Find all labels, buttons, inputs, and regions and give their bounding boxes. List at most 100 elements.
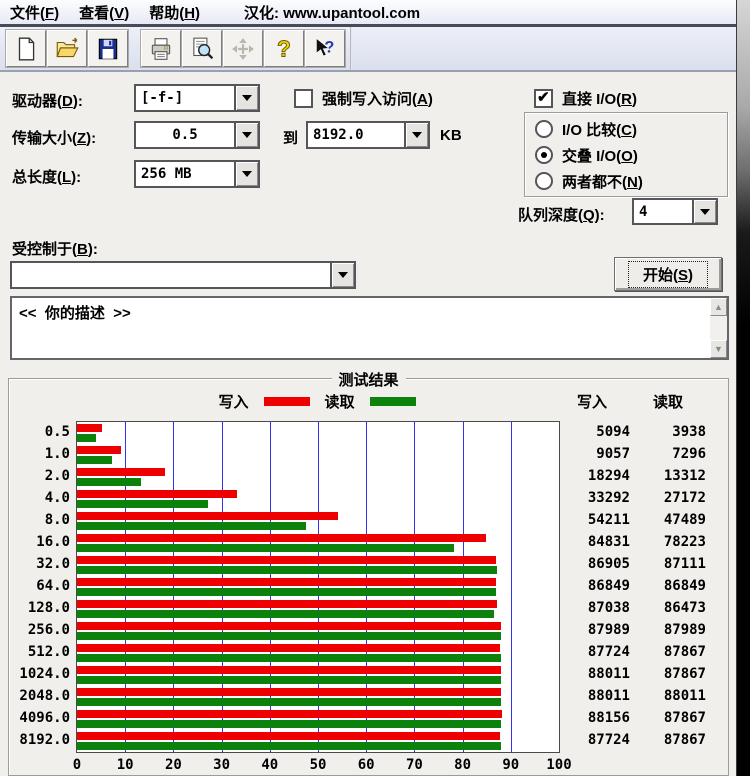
print-button[interactable] bbox=[140, 29, 182, 68]
print-preview-icon bbox=[193, 37, 214, 59]
write-bar bbox=[77, 578, 496, 586]
write-value: 87038 bbox=[587, 600, 630, 616]
transfer-from-value: 0.5 bbox=[172, 127, 198, 143]
x-axis-ticks: 0 10 20 30 40 50 60 70 80 90 100 bbox=[73, 757, 572, 775]
bar-row bbox=[77, 422, 559, 444]
print-preview-button[interactable] bbox=[181, 29, 223, 68]
read-value: 27172 bbox=[663, 490, 706, 506]
scroll-down-icon[interactable]: ▼ bbox=[710, 340, 727, 358]
x-tick-label: 60 bbox=[357, 757, 375, 773]
queue-depth-label: 队列深度(Q): bbox=[518, 207, 605, 224]
test-results-title: 测试结果 bbox=[331, 369, 406, 390]
transfer-size-label: 传输大小(Z): bbox=[12, 130, 97, 147]
context-help-button[interactable]: ? bbox=[304, 29, 346, 68]
force-write-checkbox[interactable]: 强制写入访问(A) bbox=[294, 88, 433, 109]
scroll-up-icon[interactable]: ▲ bbox=[710, 298, 727, 316]
transfer-from-dropdown-arrow[interactable] bbox=[234, 123, 258, 147]
read-bar bbox=[77, 544, 455, 552]
write-value: 18294 bbox=[587, 468, 630, 484]
radio-io-comparison[interactable]: I/O 比较(C) bbox=[535, 116, 727, 142]
write-value: 86905 bbox=[587, 556, 630, 572]
transfer-to-dropdown-arrow[interactable] bbox=[404, 123, 428, 147]
row-label: 8.0 bbox=[44, 512, 70, 528]
row-label: 2.0 bbox=[44, 468, 70, 484]
read-bar bbox=[77, 676, 501, 684]
read-bar bbox=[77, 610, 494, 618]
direct-io-checkbox[interactable]: 直接 I/O(R) bbox=[534, 88, 637, 109]
queue-depth-dropdown-arrow[interactable] bbox=[692, 200, 716, 223]
transfer-to-select[interactable]: 8192.0 bbox=[306, 121, 430, 149]
checkbox-icon[interactable] bbox=[294, 89, 313, 108]
chevron-down-icon bbox=[242, 171, 252, 177]
read-bar bbox=[77, 742, 501, 750]
bar-row bbox=[77, 642, 559, 664]
chevron-down-icon bbox=[338, 272, 348, 278]
description-text[interactable]: << 你的描述 >> bbox=[12, 298, 710, 358]
toolbar: ? ? bbox=[0, 27, 736, 72]
start-button[interactable]: 开始(S) bbox=[614, 257, 722, 291]
radio-neither[interactable]: 两者都不(N) bbox=[535, 168, 727, 194]
read-values-column: 3938 7296 13312 27172 47489 78223 87111 86849 86… bbox=[636, 421, 712, 751]
row-label: 8192.0 bbox=[19, 732, 70, 748]
x-tick-label: 20 bbox=[164, 757, 182, 773]
controlled-by-dropdown-arrow[interactable] bbox=[330, 263, 354, 287]
read-bar bbox=[77, 588, 496, 596]
drive-select[interactable]: [-f-] bbox=[134, 84, 260, 112]
test-results-groupbox: 测试结果 写入 读取 写入 读取 0.5 1.0 2.0 4.0 8.0 16.0 32.0… bbox=[8, 369, 729, 776]
write-bar bbox=[77, 666, 502, 674]
read-bar bbox=[77, 632, 502, 640]
read-value: 87867 bbox=[663, 732, 706, 748]
write-value: 86849 bbox=[587, 578, 630, 594]
new-file-button[interactable] bbox=[5, 29, 47, 68]
save-button[interactable] bbox=[87, 29, 129, 68]
controlled-by-select[interactable] bbox=[10, 261, 356, 289]
write-bar bbox=[77, 600, 497, 608]
benchmark-chart: 0.5 1.0 2.0 4.0 8.0 16.0 32.0 64.0 128.0 256.0 512… bbox=[9, 421, 712, 753]
write-bar bbox=[77, 644, 500, 652]
transfer-from-select[interactable]: 0.5 bbox=[134, 121, 260, 149]
bar-row bbox=[77, 686, 559, 708]
legend-read-label: 读取 bbox=[324, 394, 355, 411]
read-value: 78223 bbox=[663, 534, 706, 550]
write-bar bbox=[77, 534, 486, 542]
open-file-button[interactable] bbox=[46, 29, 88, 68]
radio-icon[interactable] bbox=[535, 146, 553, 164]
menu-help[interactable]: 帮助(H) bbox=[139, 0, 210, 25]
row-label: 64.0 bbox=[36, 578, 70, 594]
controlled-by-value bbox=[12, 263, 330, 287]
checkbox-icon[interactable] bbox=[534, 88, 553, 108]
write-bar bbox=[77, 490, 238, 498]
read-value: 3938 bbox=[672, 424, 706, 440]
radio-icon[interactable] bbox=[535, 120, 553, 138]
write-bar bbox=[77, 732, 500, 740]
menu-view[interactable]: 查看(V) bbox=[69, 0, 139, 25]
drive-dropdown-arrow[interactable] bbox=[234, 86, 258, 110]
write-value: 54211 bbox=[587, 512, 630, 528]
new-file-icon bbox=[18, 37, 35, 60]
radio-overlapped-io[interactable]: 交叠 I/O(O) bbox=[535, 142, 727, 168]
total-length-label: 总长度(L): bbox=[12, 169, 82, 186]
radio-icon[interactable] bbox=[535, 172, 553, 190]
write-bar bbox=[77, 556, 496, 564]
help-icon: ? bbox=[277, 36, 292, 62]
atto-benchmark-window: 文件(F) 查看(V) 帮助(H) 汉化: www.upantool.com ?… bbox=[0, 0, 750, 776]
row-label: 256.0 bbox=[27, 622, 70, 638]
read-bar bbox=[77, 456, 113, 464]
bar-row bbox=[77, 510, 559, 532]
total-length-select[interactable]: 256 MB bbox=[134, 160, 260, 188]
menu-file[interactable]: 文件(F) bbox=[0, 0, 69, 25]
move-button[interactable] bbox=[222, 29, 264, 68]
direct-io-label: 直接 I/O(R) bbox=[562, 91, 638, 108]
total-length-dropdown-arrow[interactable] bbox=[234, 162, 258, 186]
chevron-down-icon bbox=[242, 95, 252, 101]
row-label: 1024.0 bbox=[19, 666, 70, 682]
drive-label: 驱动器(D): bbox=[12, 93, 83, 110]
row-label: 1.0 bbox=[44, 446, 70, 462]
x-tick-label: 0 bbox=[72, 757, 82, 773]
read-bar bbox=[77, 434, 96, 442]
help-button[interactable]: ? bbox=[263, 29, 305, 68]
queue-depth-select[interactable]: 4 bbox=[632, 198, 718, 225]
description-box[interactable]: << 你的描述 >> ▲ ▼ bbox=[10, 296, 729, 360]
write-value: 33292 bbox=[587, 490, 630, 506]
description-scrollbar[interactable]: ▲ ▼ bbox=[710, 298, 727, 358]
